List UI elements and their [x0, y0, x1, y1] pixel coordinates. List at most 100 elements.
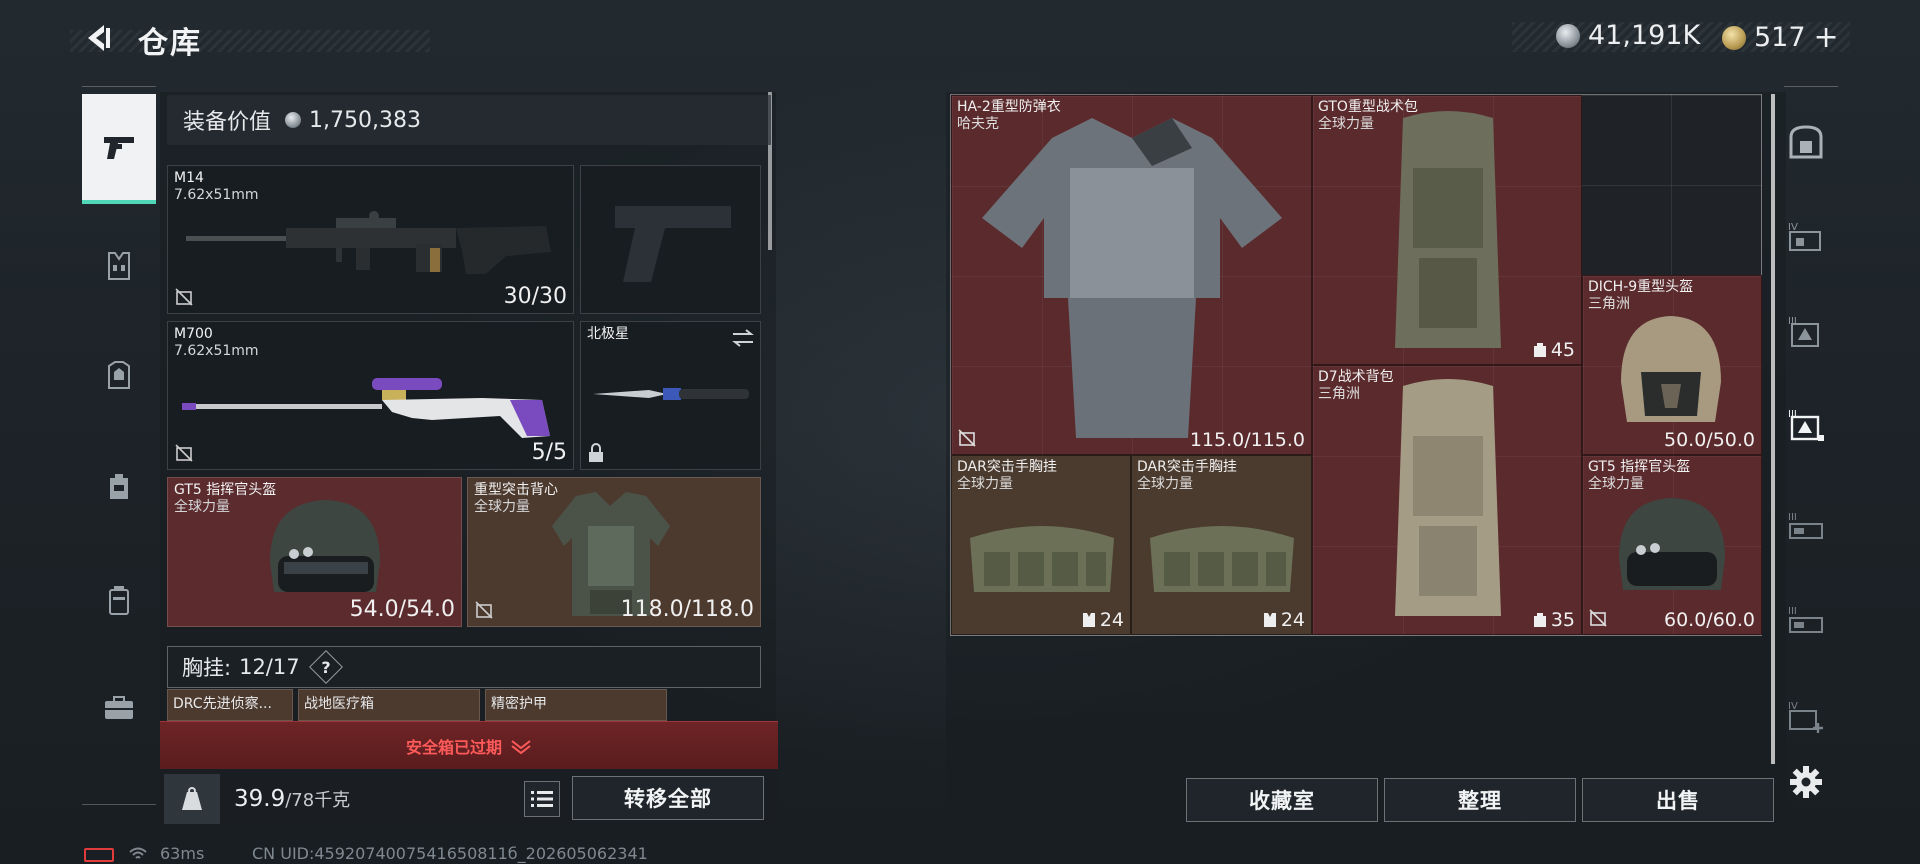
right-nav-divider	[1784, 86, 1838, 87]
chest-rig-image	[970, 526, 1114, 592]
vault-icon	[1789, 125, 1823, 159]
stash-item-body-armor[interactable]: HA-2重型防弹衣 哈夫克 115.0/115.0	[951, 95, 1312, 455]
body-armor-image	[982, 118, 1282, 438]
list-view-button[interactable]	[524, 781, 560, 817]
stash-item-chest-rig[interactable]: DAR突击手胸挂 全球力量 24	[951, 455, 1131, 635]
stash-scrollbar[interactable]	[1771, 94, 1775, 764]
carry-weight-value: 39.9	[234, 786, 286, 812]
item-faction: 全球力量	[1318, 116, 1374, 132]
safe-box-expired-banner[interactable]: 安全箱已过期	[160, 721, 778, 769]
backpack-icon	[110, 474, 128, 499]
helmet-slot[interactable]: GT5 指挥官头盔 全球力量 54.0/54.0	[167, 477, 462, 627]
item-faction: 全球力量	[1137, 476, 1193, 492]
back-arrow-icon[interactable]	[78, 20, 118, 56]
add-stash-icon: IV	[1788, 701, 1823, 733]
safe-box-expired-text: 安全箱已过期	[405, 737, 502, 757]
nav-backpack[interactable]	[82, 456, 156, 516]
chest-rig-item[interactable]: 战地医疗箱	[298, 689, 480, 721]
item-capacity: 24	[1082, 609, 1124, 631]
carry-weight: 39.9/78千克	[234, 786, 350, 812]
settings-button[interactable]	[1780, 756, 1832, 808]
vest-icon	[108, 252, 130, 280]
sniper-rifle-image	[182, 378, 550, 438]
gold-amount: 517	[1754, 22, 1806, 53]
item-durability: 115.0/115.0	[1189, 429, 1305, 451]
stash-page-icon: III	[1788, 316, 1819, 347]
stash-item-backpack-gto[interactable]: GTO重型战术包 全球力量 45	[1312, 95, 1582, 365]
backpack-image	[1395, 111, 1501, 348]
gold-plus-button[interactable]: +	[1814, 20, 1839, 55]
item-name: DICH-9重型头盔	[1588, 279, 1694, 295]
backpack-small-icon	[1533, 613, 1546, 627]
nav-chest-rig[interactable]	[82, 236, 156, 296]
collection-room-button[interactable]: 收藏室	[1186, 778, 1378, 822]
stash-tab-add[interactable]: IV	[1780, 690, 1832, 742]
stash-item-chest-rig[interactable]: DAR突击手胸挂 全球力量 24	[1131, 455, 1312, 635]
nav-weapons[interactable]	[82, 94, 156, 204]
stash-item-backpack-d7[interactable]: D7战术背包 三角洲 35	[1312, 365, 1582, 635]
stash-item-helmet-dich9[interactable]: DICH-9重型头盔 三角洲 50.0/50.0	[1582, 275, 1762, 455]
chest-rig-capacity: 12/17	[239, 655, 300, 679]
rifle-image	[186, 211, 551, 274]
pistol-slot-empty[interactable]	[580, 165, 761, 314]
stash-tab-safe[interactable]	[1780, 116, 1832, 168]
silver-currency[interactable]: 41,191K	[1556, 20, 1700, 51]
chest-rig-label: 胸挂:	[182, 656, 232, 680]
stash-tab-3a[interactable]: III	[1780, 304, 1832, 356]
item-capacity: 24	[1263, 609, 1305, 631]
stash-tab-3b-active[interactable]: III	[1780, 398, 1832, 450]
nav-pouch[interactable]	[82, 570, 156, 630]
nav-divider-bottom	[82, 804, 156, 805]
equipment-value-label: 装备价值	[183, 110, 272, 135]
stash-tab-3c[interactable]: III	[1780, 500, 1832, 552]
help-icon[interactable]: ?	[308, 650, 343, 684]
pistol-icon	[104, 137, 134, 159]
chest-rig-image	[1150, 526, 1294, 592]
nav-armor[interactable]	[82, 346, 156, 406]
item-name: GT5 指挥官头盔	[1588, 459, 1691, 475]
stash-grid: HA-2重型防弹衣 哈夫克 115.0/115.0 GTO重型战术包 全球力量 …	[950, 94, 1762, 636]
melee-slot[interactable]: 北极星	[580, 321, 761, 470]
armor-slot[interactable]: 重型突击背心 全球力量 118.0/118.0	[467, 477, 761, 627]
weapon-caliber: 7.62x51mm	[174, 187, 259, 203]
secondary-weapon-slot[interactable]: M700 7.62x51mm 5/5	[167, 321, 574, 470]
armor-icon	[108, 361, 130, 389]
stash-tab-4a[interactable]: IV	[1780, 210, 1832, 262]
no-insure-icon	[175, 288, 193, 306]
stash-page-icon: III	[1788, 606, 1823, 633]
stash-page-icon: IV	[1788, 222, 1821, 251]
weapon-name: M700	[174, 326, 213, 342]
stash-tab-3d[interactable]: III	[1780, 594, 1832, 646]
no-insure-icon	[1589, 609, 1607, 627]
nav-safe-box[interactable]	[82, 678, 156, 738]
primary-weapon-slot[interactable]: M14 7.62x51mm 30/30	[167, 165, 574, 314]
vest-small-icon	[1082, 613, 1095, 627]
ping-readout: 63ms	[160, 844, 205, 863]
sell-button[interactable]: 出售	[1582, 778, 1774, 822]
wifi-icon	[129, 847, 147, 859]
uid-readout: CN UID:4592074007541650811б_202605062341	[252, 844, 648, 863]
chest-rig-item[interactable]: 精密护甲	[485, 689, 667, 721]
item-durability: 50.0/50.0	[1663, 429, 1755, 451]
knife-image	[593, 388, 749, 400]
battery-icon	[84, 848, 114, 862]
helmet-image	[1619, 498, 1725, 590]
helmet-durability: 54.0/54.0	[349, 597, 455, 622]
title-decoration	[70, 30, 430, 52]
transfer-all-button[interactable]: 转移全部	[572, 776, 764, 820]
stash-page-icon: III	[1788, 409, 1824, 441]
item-capacity: 45	[1533, 339, 1575, 361]
swap-icon[interactable]	[731, 328, 755, 348]
stash-item-helmet-gt5[interactable]: GT5 指挥官头盔 全球力量 60.0/60.0	[1582, 455, 1762, 635]
weapon-ammo: 30/30	[503, 284, 567, 309]
heavy-helmet-image	[1621, 316, 1721, 422]
backpack-small-icon	[1533, 343, 1546, 357]
gold-currency[interactable]: 517 +	[1722, 20, 1839, 55]
organize-button[interactable]: 整理	[1384, 778, 1576, 822]
silver-coin-icon	[285, 112, 302, 128]
item-faction: 三角洲	[1318, 386, 1360, 402]
stash-page-icon: III	[1788, 512, 1823, 539]
chest-rig-header[interactable]: 胸挂: 12/17 ?	[167, 646, 761, 688]
chest-rig-item[interactable]: DRC先进侦察...	[167, 689, 293, 721]
armor-durability: 118.0/118.0	[620, 597, 754, 622]
